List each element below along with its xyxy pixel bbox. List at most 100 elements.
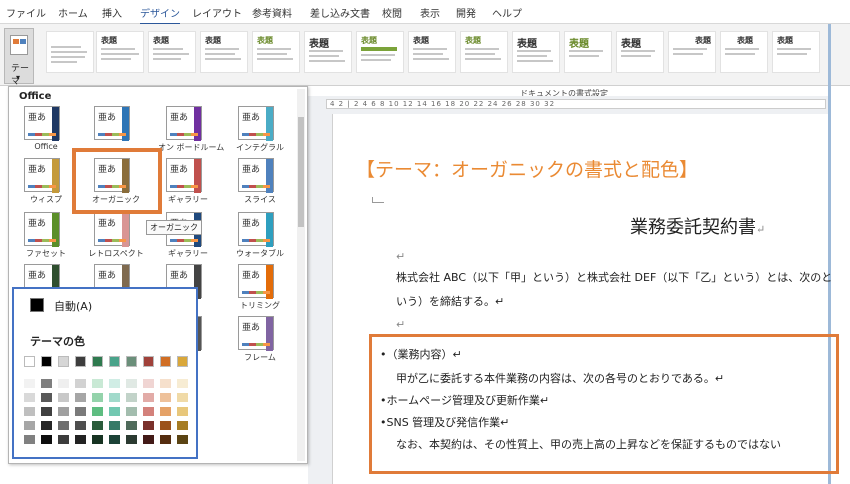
style-set-thumbnail[interactable]: 表題: [356, 31, 404, 73]
style-set-thumbnail[interactable]: 表題: [148, 31, 196, 73]
color-shade-swatch[interactable]: [75, 435, 86, 444]
tab-layout[interactable]: レイアウト: [192, 5, 242, 20]
color-shade-swatch[interactable]: [177, 407, 188, 416]
tab-help[interactable]: ヘルプ: [492, 5, 522, 20]
color-shade-swatch[interactable]: [24, 435, 35, 444]
color-shade-swatch[interactable]: [177, 435, 188, 444]
tab-view[interactable]: 表示: [420, 5, 440, 20]
style-set-thumbnail[interactable]: 表題: [668, 31, 716, 73]
color-shade-swatch[interactable]: [24, 421, 35, 430]
style-set-thumbnail[interactable]: [46, 31, 94, 73]
gallery-scrollbar[interactable]: [297, 89, 305, 461]
color-shade-swatch[interactable]: [126, 435, 137, 444]
theme-color-swatch[interactable]: [109, 356, 120, 367]
color-shade-swatch[interactable]: [160, 421, 171, 430]
theme-tile[interactable]: 亜あ ウィスプ: [16, 158, 68, 204]
color-shade-swatch[interactable]: [75, 393, 86, 402]
tab-design[interactable]: デザイン: [140, 5, 180, 25]
style-set-thumbnail[interactable]: 表題: [408, 31, 456, 73]
tab-insert[interactable]: 挿入: [102, 5, 122, 20]
style-set-thumbnail[interactable]: 表題: [252, 31, 300, 73]
theme-color-swatch[interactable]: [41, 356, 52, 367]
theme-tile[interactable]: 亜あ インテグラル: [230, 106, 284, 152]
color-shade-swatch[interactable]: [143, 421, 154, 430]
color-shade-swatch[interactable]: [92, 379, 103, 388]
style-set-thumbnail[interactable]: 表題: [460, 31, 508, 73]
color-shade-swatch[interactable]: [58, 435, 69, 444]
style-set-thumbnail[interactable]: 表題: [512, 31, 560, 73]
color-shade-swatch[interactable]: [92, 435, 103, 444]
color-shade-swatch[interactable]: [126, 379, 137, 388]
theme-color-swatch[interactable]: [92, 356, 103, 367]
color-shade-swatch[interactable]: [177, 379, 188, 388]
color-shade-swatch[interactable]: [24, 407, 35, 416]
style-set-thumbnail[interactable]: 表題: [772, 31, 820, 73]
color-shade-swatch[interactable]: [160, 407, 171, 416]
color-shade-swatch[interactable]: [41, 393, 52, 402]
tab-review[interactable]: 校閲: [382, 5, 402, 20]
theme-color-swatch[interactable]: [58, 356, 69, 367]
color-shade-swatch[interactable]: [143, 435, 154, 444]
automatic-color-swatch[interactable]: [30, 298, 44, 312]
theme-tile[interactable]: 亜あ トリミング: [230, 264, 282, 310]
tab-mailings[interactable]: 差し込み文書: [310, 5, 370, 20]
automatic-color-option[interactable]: 自動(A): [54, 298, 92, 314]
color-shade-swatch[interactable]: [109, 435, 120, 444]
color-shade-swatch[interactable]: [126, 393, 137, 402]
color-shade-swatch[interactable]: [58, 393, 69, 402]
color-shade-swatch[interactable]: [58, 379, 69, 388]
theme-tile[interactable]: 亜あ オン ボードルーム: [158, 106, 224, 152]
tab-references[interactable]: 参考資料: [252, 5, 292, 20]
color-shade-swatch[interactable]: [75, 407, 86, 416]
color-shade-swatch[interactable]: [109, 393, 120, 402]
color-shade-swatch[interactable]: [41, 421, 52, 430]
theme-tile[interactable]: 亜あ レトロスペクト: [86, 212, 144, 258]
theme-color-swatch[interactable]: [126, 356, 137, 367]
color-shade-swatch[interactable]: [92, 407, 103, 416]
color-shade-swatch[interactable]: [41, 379, 52, 388]
style-set-thumbnail[interactable]: 表題: [564, 31, 612, 73]
color-shade-swatch[interactable]: [75, 379, 86, 388]
theme-color-swatch[interactable]: [75, 356, 86, 367]
theme-tile[interactable]: 亜あ スライス: [230, 158, 282, 204]
color-shade-swatch[interactable]: [160, 393, 171, 402]
theme-tile[interactable]: 亜あ Office: [16, 106, 68, 151]
theme-tile[interactable]: 亜あ フレーム: [230, 316, 282, 362]
color-shade-swatch[interactable]: [143, 379, 154, 388]
tab-home[interactable]: ホーム: [58, 5, 88, 20]
theme-tile[interactable]: 亜あ: [86, 106, 138, 150]
theme-color-swatch[interactable]: [160, 356, 171, 367]
color-shade-swatch[interactable]: [160, 379, 171, 388]
style-set-thumbnail[interactable]: 表題: [304, 31, 352, 73]
theme-color-swatch[interactable]: [24, 356, 35, 367]
color-shade-swatch[interactable]: [58, 407, 69, 416]
style-set-thumbnail[interactable]: 表題: [720, 31, 768, 73]
theme-color-swatch[interactable]: [143, 356, 154, 367]
tab-developer[interactable]: 開発: [456, 5, 476, 20]
theme-tile[interactable]: 亜あギャラリー: [158, 158, 210, 204]
tab-file[interactable]: ファイル: [6, 5, 46, 20]
style-set-thumbnail[interactable]: 表題: [616, 31, 664, 73]
color-shade-swatch[interactable]: [92, 421, 103, 430]
color-shade-swatch[interactable]: [143, 407, 154, 416]
themes-button[interactable]: テーマ ▾: [4, 28, 34, 87]
theme-tile[interactable]: 亜あ ウォータブル: [230, 212, 284, 258]
color-shade-swatch[interactable]: [109, 407, 120, 416]
color-shade-swatch[interactable]: [126, 407, 137, 416]
color-shade-swatch[interactable]: [24, 393, 35, 402]
color-shade-swatch[interactable]: [160, 435, 171, 444]
style-set-thumbnail[interactable]: 表題: [200, 31, 248, 73]
theme-color-swatch[interactable]: [177, 356, 188, 367]
color-shade-swatch[interactable]: [41, 407, 52, 416]
color-shade-swatch[interactable]: [92, 393, 103, 402]
color-shade-swatch[interactable]: [126, 421, 137, 430]
color-shade-swatch[interactable]: [109, 379, 120, 388]
color-shade-swatch[interactable]: [143, 393, 154, 402]
color-shade-swatch[interactable]: [58, 421, 69, 430]
color-shade-swatch[interactable]: [41, 435, 52, 444]
theme-tile[interactable]: 亜あ ファセット: [16, 212, 68, 258]
color-shade-swatch[interactable]: [75, 421, 86, 430]
color-shade-swatch[interactable]: [177, 421, 188, 430]
color-shade-swatch[interactable]: [177, 393, 188, 402]
color-shade-swatch[interactable]: [109, 421, 120, 430]
